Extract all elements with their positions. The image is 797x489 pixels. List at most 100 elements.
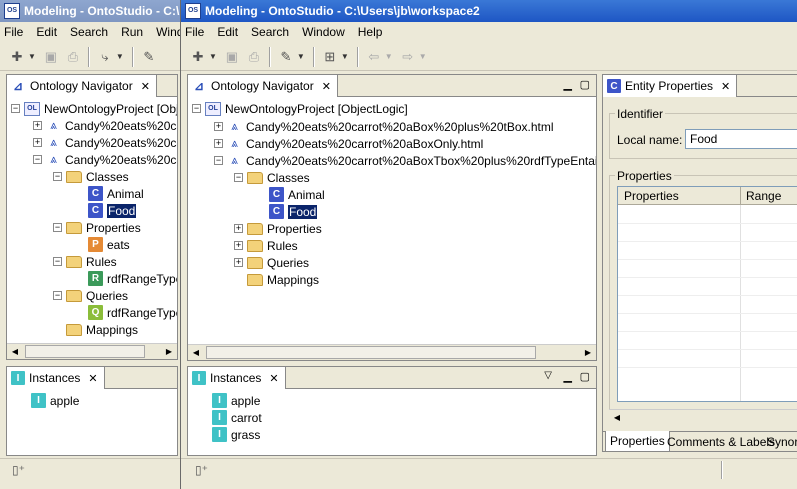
expand-icon[interactable]: + <box>234 241 243 250</box>
expand-icon[interactable]: + <box>234 258 243 267</box>
menu-help[interactable]: Help <box>358 25 383 39</box>
chevron-down-icon[interactable]: ▼ <box>297 52 305 61</box>
scroll-left-icon[interactable]: ◀ <box>7 344 23 359</box>
scroll-left-icon[interactable]: ◀ <box>188 345 204 360</box>
tree-ontology[interactable]: − ⩓ Candy%20eats%20carrot%20aBoxTbox%20p… <box>214 152 596 169</box>
close-icon[interactable]: ✕ <box>269 372 278 385</box>
chevron-down-icon[interactable]: ▼ <box>28 52 36 61</box>
back-menu-run[interactable]: Run <box>121 25 143 39</box>
column-header-range[interactable]: Range <box>746 189 781 203</box>
tree-folder-rules[interactable]: + Rules <box>234 237 298 254</box>
tree-class-selected[interactable]: C Food <box>269 203 318 220</box>
back-tree-properties[interactable]: − Properties <box>53 219 141 236</box>
back-tab-instances[interactable]: I Instances ✕ <box>7 367 105 389</box>
tree-project[interactable]: − OL NewOntologyProject [ObjectLogic] <box>192 100 408 117</box>
instance-item[interactable]: I grass <box>212 426 260 443</box>
menu-file[interactable]: File <box>185 25 204 39</box>
minimize-icon[interactable]: ▁ <box>564 78 572 91</box>
view-menu-icon[interactable]: ▽ <box>544 370 552 381</box>
entity-hscrollbar[interactable]: ◀ <box>609 409 797 425</box>
tab-instances[interactable]: I Instances ✕ <box>188 367 286 389</box>
tab-ontology-navigator[interactable]: ⊿ Ontology Navigator ✕ <box>188 75 338 97</box>
chevron-down-icon[interactable]: ▼ <box>341 52 349 61</box>
tree-folder-mappings[interactable]: Mappings <box>247 271 319 288</box>
export-icon[interactable]: ⊞ <box>319 46 341 68</box>
maximize-icon[interactable]: ▢ <box>580 370 590 383</box>
local-name-field[interactable]: Food <box>685 129 797 149</box>
back-menu-edit[interactable]: Edit <box>36 25 57 39</box>
close-icon[interactable]: ✕ <box>721 80 730 93</box>
back-menu-file[interactable]: File <box>4 25 23 39</box>
tree-folder-queries[interactable]: + Queries <box>234 254 309 271</box>
print-icon[interactable]: ⎙ <box>243 46 265 68</box>
chevron-down-icon[interactable]: ▼ <box>209 52 217 61</box>
menu-search[interactable]: Search <box>251 25 289 39</box>
back-navigator-hscrollbar[interactable]: ◀ ▶ <box>7 343 177 359</box>
back-arrow-icon[interactable]: ⇦ <box>363 46 385 68</box>
tree-ontology[interactable]: + ⩓ Candy%20eats%20carrot%20aBoxOnly.htm… <box>214 135 483 152</box>
tree-folder-properties[interactable]: + Properties <box>234 220 322 237</box>
back-menu-search[interactable]: Search <box>70 25 108 39</box>
close-icon[interactable]: ✕ <box>322 80 331 93</box>
tree-classes[interactable]: − Classes <box>234 169 310 186</box>
close-icon[interactable]: ✕ <box>88 372 97 385</box>
scroll-right-icon[interactable]: ▶ <box>580 345 596 360</box>
scroll-thumb[interactable] <box>25 345 145 358</box>
back-tree-class[interactable]: C Animal <box>88 185 144 202</box>
column-header-properties[interactable]: Properties <box>624 189 679 203</box>
collapse-icon[interactable]: − <box>53 223 62 232</box>
tab-entity-properties[interactable]: C Entity Properties ✕ <box>603 75 738 97</box>
collapse-icon[interactable]: − <box>53 172 62 181</box>
back-tree-ontology[interactable]: + ⩓ Candy%20eats%20ca <box>33 134 177 151</box>
bottom-tab-properties[interactable]: Properties <box>605 431 670 451</box>
new-icon[interactable]: ✚ <box>187 46 209 68</box>
back-tree-ontology[interactable]: + ⩓ Candy%20eats%20ca <box>33 117 177 134</box>
tree-ontology[interactable]: + ⩓ Candy%20eats%20carrot%20aBox%20plus%… <box>214 118 554 135</box>
wand-icon[interactable]: ✎ <box>138 46 160 68</box>
scroll-left-icon[interactable]: ◀ <box>609 410 625 425</box>
expand-icon[interactable]: + <box>234 224 243 233</box>
chevron-down-icon[interactable]: ▼ <box>419 52 427 61</box>
collapse-icon[interactable]: − <box>53 291 62 300</box>
bottom-tab-synonyms[interactable]: Synor <box>767 435 797 449</box>
menu-window[interactable]: Window <box>302 25 345 39</box>
back-tree-class[interactable]: C Food <box>88 202 137 219</box>
back-tree-queries[interactable]: − Queries <box>53 287 128 304</box>
back-instance-item[interactable]: I apple <box>31 392 79 409</box>
new-icon[interactable]: ✚ <box>6 46 28 68</box>
back-tree-rules[interactable]: − Rules <box>53 253 117 270</box>
forward-arrow-icon[interactable]: ⇨ <box>397 46 419 68</box>
tree-class[interactable]: C Animal <box>269 186 325 203</box>
front-window-titlebar[interactable]: OS Modeling - OntoStudio - C:\Users\jb\w… <box>181 0 797 22</box>
back-tree-mappings[interactable]: Mappings <box>66 321 138 338</box>
expand-icon[interactable]: + <box>33 121 42 130</box>
properties-table[interactable]: Properties Range <box>617 186 797 402</box>
bottom-tab-comments-labels[interactable]: Comments & Labels <box>667 435 775 449</box>
expand-icon[interactable]: + <box>214 122 223 131</box>
save-icon[interactable]: ▣ <box>221 46 243 68</box>
instance-item[interactable]: I carrot <box>212 409 262 426</box>
collapse-icon[interactable]: − <box>11 104 20 113</box>
save-icon[interactable]: ▣ <box>40 46 62 68</box>
fast-view-icon[interactable]: ▯⁺ <box>12 463 25 477</box>
expand-icon[interactable]: + <box>214 139 223 148</box>
back-window-titlebar[interactable]: OS Modeling - OntoStudio - C:\ <box>0 0 180 22</box>
scroll-thumb[interactable] <box>206 346 536 359</box>
back-tree-project[interactable]: − OL NewOntologyProject [Obje <box>11 100 177 117</box>
wand-icon[interactable]: ✎ <box>275 46 297 68</box>
collapse-icon[interactable]: − <box>214 156 223 165</box>
expand-icon[interactable]: + <box>33 138 42 147</box>
print-icon[interactable]: ⎙ <box>62 46 84 68</box>
close-icon[interactable]: ✕ <box>141 80 150 93</box>
back-tree-ontology[interactable]: − ⩓ Candy%20eats%20ca <box>33 151 177 168</box>
instance-item[interactable]: I apple <box>212 392 260 409</box>
scroll-right-icon[interactable]: ▶ <box>161 344 177 359</box>
menu-edit[interactable]: Edit <box>217 25 238 39</box>
minimize-icon[interactable]: ▁ <box>564 370 572 383</box>
collapse-icon[interactable]: − <box>234 173 243 182</box>
back-tree-rule[interactable]: R rdfRangeType <box>88 270 177 287</box>
run-icon[interactable]: ⤷ <box>94 46 116 68</box>
chevron-down-icon[interactable]: ▼ <box>385 52 393 61</box>
back-menu-window[interactable]: Window <box>156 25 180 39</box>
back-tab-ontology-navigator[interactable]: ⊿ Ontology Navigator ✕ <box>7 75 157 97</box>
